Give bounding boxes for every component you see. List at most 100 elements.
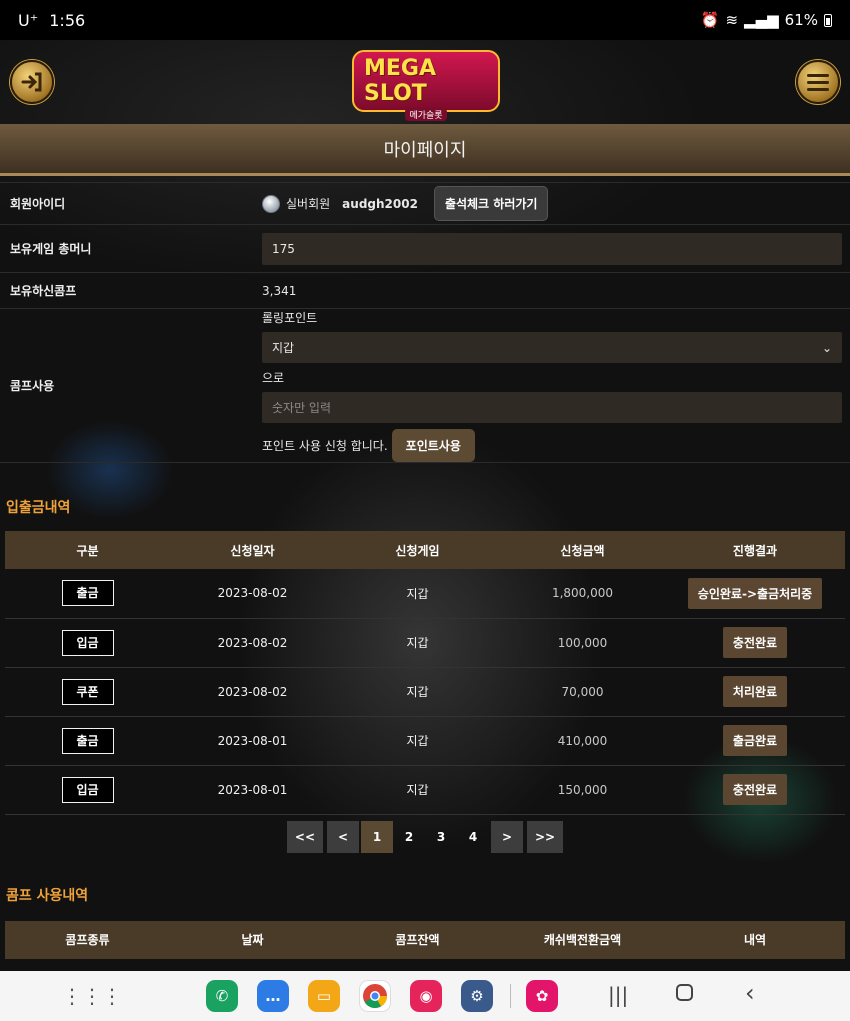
page-prev-button[interactable]: < <box>327 820 359 853</box>
comp-history-header: 콤프종류 날짜 콤프잔액 캐쉬백전환금액 내역 <box>5 920 845 959</box>
phone-icon[interactable]: ✆ <box>206 980 238 1012</box>
screen: U⁺ 1:56 ⏰ ≋ ▂▄▆ 61% MEGA SLOT 메가슬롯 마이페이지 <box>0 0 850 959</box>
login-arrow-glyph <box>21 72 42 92</box>
amount-input[interactable]: 숫자만 입력 <box>262 392 842 423</box>
table-row: 입금 2023-08-01 지갑 150,000 충전완료 <box>5 765 845 815</box>
date-cell: 2023-08-01 <box>170 716 335 766</box>
wallet-select-value: 지갑 <box>272 341 295 355</box>
game-cell: 지갑 <box>335 667 500 717</box>
col-detail: 내역 <box>665 920 845 959</box>
battery-icon <box>824 13 832 27</box>
money-label: 보유게임 총머니 <box>10 242 92 256</box>
transactions-table: 구분 신청일자 신청게임 신청금액 진행결과 출금 2023-08-02 지갑 … <box>5 531 845 815</box>
col-comp-date: 날짜 <box>170 920 335 959</box>
page-4-button[interactable]: 4 <box>457 821 489 853</box>
chrome-icon[interactable] <box>359 980 391 1012</box>
table-row: 쿠폰 2023-08-02 지갑 70,000 처리완료 <box>5 667 845 717</box>
game-cell: 지갑 <box>335 618 500 668</box>
comp-history-title: 콤프 사용내역 <box>6 887 89 904</box>
type-badge: 입금 <box>61 629 114 656</box>
chrome-glyph <box>363 984 387 1009</box>
use-points-button[interactable]: 포인트사용 <box>391 429 475 462</box>
apply-line: 포인트 사용 신청 합니다. 포인트사용 <box>262 429 842 462</box>
game-cell: 지갑 <box>335 716 500 766</box>
col-type: 구분 <box>5 531 170 569</box>
table-row: 출금 2023-08-01 지갑 410,000 출금완료 <box>5 716 845 766</box>
page-title: 마이페이지 <box>0 124 850 176</box>
amount-cell: 1,800,000 <box>500 569 665 619</box>
status-right: ⏰ ≋ ▂▄▆ 61% <box>701 11 832 29</box>
type-badge: 출금 <box>61 580 114 607</box>
result-badge: 충전완료 <box>722 627 788 658</box>
logo-text: MEGA SLOT <box>352 49 500 112</box>
home-icon[interactable] <box>676 984 693 1001</box>
page-last-button[interactable]: >> <box>527 820 564 853</box>
login-arrow-icon[interactable] <box>10 60 54 104</box>
attendance-button[interactable]: 출석체크 하러가기 <box>433 186 549 221</box>
comp-history-table: 콤프종류 날짜 콤프잔액 캐쉬백전환금액 내역 <box>5 920 845 959</box>
table-row: 출금 2023-08-02 지갑 1,800,000 승인완료->출금처리중 <box>5 569 845 619</box>
chevron-down-icon: ⌄ <box>821 340 832 355</box>
comp-use-label: 콤프사용 <box>10 379 55 393</box>
hamburger-icon[interactable] <box>796 60 840 104</box>
amount-cell: 70,000 <box>500 667 665 717</box>
result-badge: 출금완료 <box>722 725 788 756</box>
money-row: 보유게임 총머니 175 <box>0 225 850 273</box>
status-left: U⁺ 1:56 <box>18 11 85 30</box>
dock-divider <box>510 984 511 1008</box>
page-1-button[interactable]: 1 <box>361 820 393 853</box>
page-3-button[interactable]: 3 <box>425 821 457 853</box>
to-text: 으로 <box>262 371 285 385</box>
silver-medal-icon <box>262 194 280 213</box>
site-header: MEGA SLOT 메가슬롯 <box>0 40 850 124</box>
col-comp-balance: 콤프잔액 <box>335 920 500 959</box>
flower-app-icon[interactable]: ✿ <box>526 980 558 1012</box>
member-grade: 실버회원 <box>286 197 331 211</box>
apps-grid-icon[interactable]: ⋮⋮⋮ <box>62 984 122 1008</box>
wifi-icon: ≋ <box>725 11 739 29</box>
apply-text: 포인트 사용 신청 합니다. <box>262 439 388 453</box>
member-id-row: 회원아이디 실버회원 audgh2002 출석체크 하러가기 <box>0 183 850 225</box>
date-cell: 2023-08-02 <box>170 667 335 717</box>
comp-row: 보유하신콤프 3,341 <box>0 273 850 309</box>
carrier: U⁺ <box>18 10 39 30</box>
result-badge: 승인완료->출금처리중 <box>687 577 823 609</box>
camera-icon[interactable]: ◉ <box>410 980 442 1012</box>
type-badge: 출금 <box>61 727 114 754</box>
type-badge: 입금 <box>61 776 114 803</box>
clock: 1:56 <box>49 10 86 30</box>
member-username: audgh2002 <box>342 196 418 211</box>
result-badge: 처리완료 <box>722 676 788 707</box>
back-icon[interactable]: ‹ <box>745 979 755 1007</box>
recent-apps-icon[interactable]: ||| <box>608 983 628 1007</box>
android-nav-bar: ⋮⋮⋮ ✆ … ▭ ◉ ⚙ ✿ ||| ‹ <box>0 971 850 1021</box>
files-icon[interactable]: ▭ <box>308 980 340 1012</box>
page-2-button[interactable]: 2 <box>393 821 425 853</box>
money-value: 175 <box>262 232 842 265</box>
comp-use-form: 롤링포인트 지갑 ⌄ 으로 숫자만 입력 포인트 사용 신청 합니다. 포인트사… <box>262 309 850 462</box>
pagination: << < 1 2 3 4 > >> <box>0 820 850 853</box>
member-id-value: 실버회원 audgh2002 출석체크 하러가기 <box>262 183 850 224</box>
member-info: 회원아이디 실버회원 audgh2002 출석체크 하러가기 보유게임 총머니 … <box>0 182 850 463</box>
page-next-button[interactable]: > <box>491 820 523 853</box>
wallet-select[interactable]: 지갑 ⌄ <box>262 332 842 363</box>
site-logo[interactable]: MEGA SLOT 메가슬롯 <box>352 49 500 121</box>
comp-use-row: 콤프사용 롤링포인트 지갑 ⌄ 으로 숫자만 입력 포인트 사용 신청 합니다.… <box>0 309 850 463</box>
result-badge: 충전완료 <box>722 774 788 805</box>
table-row: 입금 2023-08-02 지갑 100,000 충전완료 <box>5 618 845 668</box>
date-cell: 2023-08-02 <box>170 618 335 668</box>
status-bar: U⁺ 1:56 ⏰ ≋ ▂▄▆ 61% <box>0 0 850 40</box>
settings-icon[interactable]: ⚙ <box>461 980 493 1012</box>
date-cell: 2023-08-02 <box>170 569 335 619</box>
member-id-label: 회원아이디 <box>10 197 66 211</box>
transactions-title: 입출금내역 <box>6 500 71 516</box>
type-badge: 쿠폰 <box>61 678 114 705</box>
money-value-wrap: 175 <box>262 225 850 272</box>
page-first-button[interactable]: << <box>286 820 323 853</box>
amount-cell: 100,000 <box>500 618 665 668</box>
battery-percent: 61% <box>784 11 818 29</box>
amount-cell: 410,000 <box>500 716 665 766</box>
alarm-icon: ⏰ <box>700 11 720 29</box>
messages-icon[interactable]: … <box>257 980 289 1012</box>
col-amount: 신청금액 <box>500 531 665 569</box>
